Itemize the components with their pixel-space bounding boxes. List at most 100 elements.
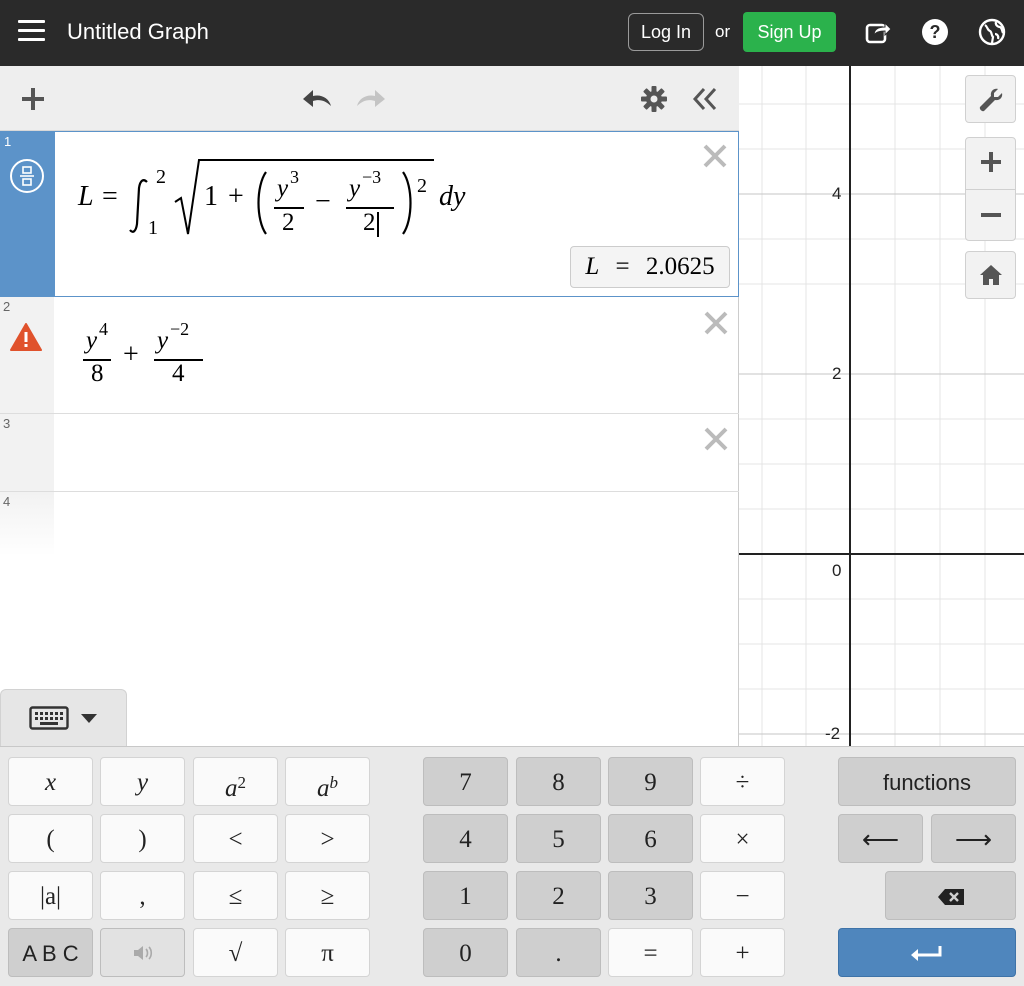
help-icon[interactable]: ? bbox=[921, 18, 949, 46]
or-label: or bbox=[715, 22, 731, 41]
key-9[interactable]: 9 bbox=[608, 757, 693, 806]
y-tick-label: 2 bbox=[832, 364, 842, 383]
key-7[interactable]: 7 bbox=[423, 757, 508, 806]
expression-row-2[interactable]: 2 y 4 8 + y −2 4 bbox=[0, 297, 739, 414]
cursor-right-key[interactable]: ⟶ bbox=[931, 814, 1016, 863]
key-a-squared[interactable]: a2 bbox=[193, 757, 278, 806]
key-0[interactable]: 0 bbox=[423, 928, 508, 977]
functions-menu-button[interactable]: functions bbox=[838, 757, 1016, 806]
key-comma[interactable]: , bbox=[100, 871, 185, 920]
home-icon bbox=[979, 265, 1002, 285]
key-6[interactable]: 6 bbox=[608, 814, 693, 863]
login-button[interactable]: Log In bbox=[628, 13, 704, 51]
cursor-left-key[interactable]: ⟵ bbox=[838, 814, 923, 863]
math-exponent: −2 bbox=[170, 319, 190, 339]
key-divide[interactable]: ÷ bbox=[700, 757, 785, 806]
key-greater-than[interactable]: > bbox=[285, 814, 370, 863]
key-a-power-b[interactable]: ab bbox=[285, 757, 370, 806]
zoom-in-icon[interactable] bbox=[980, 151, 1002, 173]
key-5[interactable]: 5 bbox=[516, 814, 601, 863]
math-exponent: 4 bbox=[99, 319, 108, 339]
svg-text:?: ? bbox=[930, 22, 941, 42]
left-paren bbox=[257, 171, 267, 235]
key-less-than[interactable]: < bbox=[193, 814, 278, 863]
math-keypad: x y a2 ab ( ) < > |a| , ≤ ≥ A B C √ π 7 … bbox=[0, 746, 1024, 986]
math-exponent: 2 bbox=[417, 175, 427, 197]
key-y[interactable]: y bbox=[100, 757, 185, 806]
zoom-controls bbox=[965, 137, 1016, 241]
right-paren bbox=[402, 171, 412, 235]
signup-button[interactable]: Sign Up bbox=[743, 12, 836, 52]
key-equals[interactable]: = bbox=[608, 928, 693, 977]
keyboard-toggle-tab[interactable] bbox=[0, 689, 127, 749]
key-4[interactable]: 4 bbox=[423, 814, 508, 863]
text-cursor bbox=[377, 212, 379, 237]
redo-icon[interactable] bbox=[353, 86, 387, 110]
expression-row-4[interactable]: 4 bbox=[0, 492, 739, 556]
wrench-icon bbox=[979, 88, 1002, 112]
zoom-out-icon[interactable] bbox=[980, 204, 1002, 226]
integral-lower-limit: 1 bbox=[148, 217, 158, 239]
math-plus: + bbox=[228, 181, 244, 212]
delete-expression-icon[interactable] bbox=[703, 310, 729, 336]
expression-row-1[interactable]: 1 L = 2 1 1 + y 3 2 − y −3 2 2 dy L = 2.… bbox=[0, 131, 739, 297]
math-minus: − bbox=[315, 186, 331, 217]
delete-expression-icon[interactable] bbox=[703, 426, 729, 452]
row-number: 3 bbox=[3, 416, 11, 431]
key-base: a bbox=[317, 775, 330, 802]
math-denominator: 2 bbox=[282, 209, 295, 236]
key-decimal[interactable]: . bbox=[516, 928, 601, 977]
key-multiply[interactable]: × bbox=[700, 814, 785, 863]
key-plus[interactable]: + bbox=[700, 928, 785, 977]
key-right-paren[interactable]: ) bbox=[100, 814, 185, 863]
math-equals: = bbox=[102, 181, 118, 212]
enter-icon bbox=[911, 946, 942, 961]
key-audio[interactable] bbox=[100, 928, 185, 977]
key-base: a bbox=[225, 775, 238, 802]
result-value: 2.0625 bbox=[645, 253, 715, 280]
undo-icon[interactable] bbox=[301, 86, 335, 110]
row-gutter: 4 bbox=[0, 492, 54, 556]
math-var-y: y bbox=[349, 175, 361, 202]
integral-upper-limit: 2 bbox=[156, 166, 166, 188]
expression-math-2[interactable]: y 4 8 + y −2 4 bbox=[0, 297, 680, 414]
speaker-icon bbox=[133, 946, 152, 960]
graph-settings-button[interactable] bbox=[965, 75, 1016, 123]
key-less-equal[interactable]: ≤ bbox=[193, 871, 278, 920]
math-denominator: 4 bbox=[172, 360, 185, 387]
evaluation-result: L = 2.0625 bbox=[570, 246, 730, 288]
settings-gear-icon[interactable] bbox=[640, 85, 668, 113]
keyboard-icon bbox=[29, 706, 69, 730]
y-tick-label: 0 bbox=[832, 561, 842, 580]
menu-icon[interactable] bbox=[18, 20, 45, 42]
expression-list-panel: 1 L = 2 1 1 + y 3 2 − y −3 2 2 dy L = 2.… bbox=[0, 66, 739, 746]
graph-title[interactable]: Untitled Graph bbox=[67, 19, 209, 45]
key-pi[interactable]: π bbox=[285, 928, 370, 977]
key-left-paren[interactable]: ( bbox=[8, 814, 93, 863]
math-var-y: y bbox=[86, 327, 98, 354]
key-8[interactable]: 8 bbox=[516, 757, 601, 806]
caret-down-icon bbox=[81, 714, 97, 723]
key-greater-equal[interactable]: ≥ bbox=[285, 871, 370, 920]
add-expression-icon[interactable] bbox=[20, 86, 46, 112]
key-minus[interactable]: − bbox=[700, 871, 785, 920]
row-number: 4 bbox=[3, 494, 11, 509]
share-icon[interactable] bbox=[864, 18, 892, 46]
key-2[interactable]: 2 bbox=[516, 871, 601, 920]
collapse-panel-icon[interactable] bbox=[691, 86, 719, 112]
key-square-root[interactable]: √ bbox=[193, 928, 278, 977]
key-3[interactable]: 3 bbox=[608, 871, 693, 920]
backspace-key[interactable] bbox=[885, 871, 1016, 920]
delete-expression-icon[interactable] bbox=[702, 143, 728, 169]
enter-key[interactable] bbox=[838, 928, 1016, 977]
math-var-y: y bbox=[157, 327, 169, 354]
key-absolute-value[interactable]: |a| bbox=[8, 871, 93, 920]
backspace-icon bbox=[937, 889, 964, 905]
key-abc-toggle[interactable]: A B C bbox=[8, 928, 93, 977]
key-1[interactable]: 1 bbox=[423, 871, 508, 920]
language-globe-icon[interactable] bbox=[978, 18, 1006, 46]
key-x[interactable]: x bbox=[8, 757, 93, 806]
expression-row-3[interactable]: 3 bbox=[0, 414, 739, 492]
default-viewport-button[interactable] bbox=[965, 251, 1016, 299]
result-equals: = bbox=[615, 253, 630, 280]
